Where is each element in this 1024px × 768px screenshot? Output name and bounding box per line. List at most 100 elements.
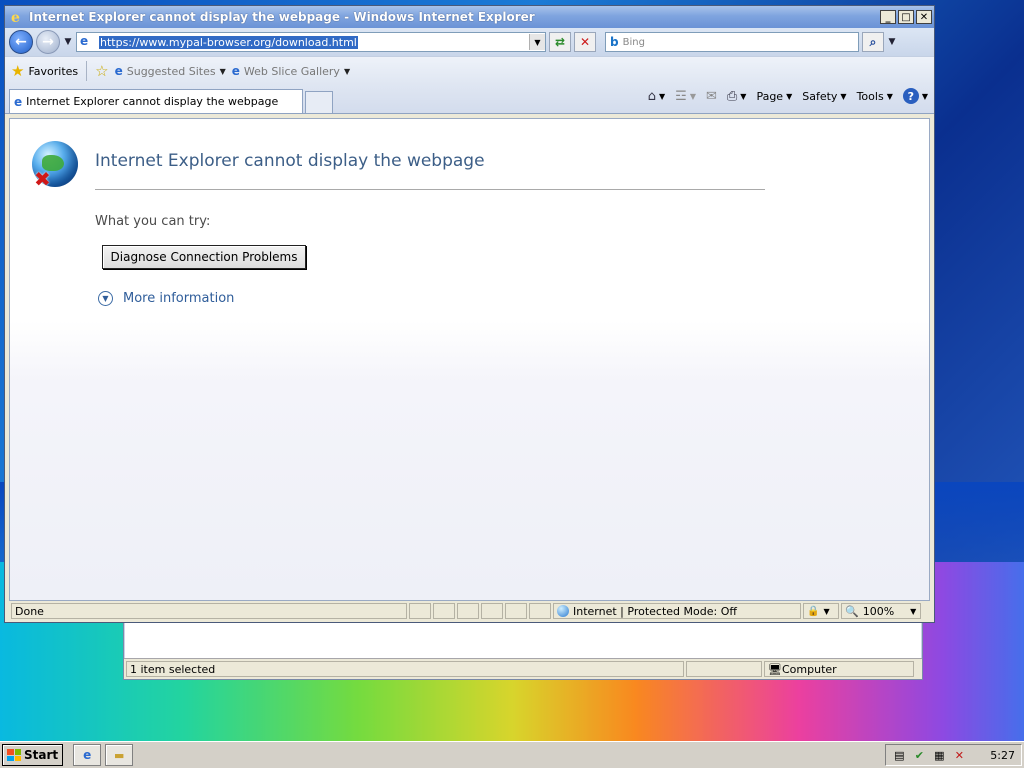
status-text-segment: Done xyxy=(11,603,407,619)
stop-button[interactable]: ✕ xyxy=(574,32,596,52)
close-button[interactable]: ✕ xyxy=(916,10,932,24)
chevron-down-icon: ▼ xyxy=(786,91,793,101)
help-menu[interactable]: ? ▼ xyxy=(902,88,928,104)
help-icon: ? xyxy=(902,88,919,104)
mail-button[interactable]: ✉ xyxy=(706,89,717,104)
network-tray-icon[interactable]: ▦ xyxy=(932,748,946,762)
ie-icon: e xyxy=(83,748,92,762)
explorer-selection-status: 1 item selected xyxy=(126,661,684,677)
refresh-button[interactable]: ⇄ xyxy=(549,32,571,52)
status-empty-segment xyxy=(481,603,503,619)
printer-icon: ⎙ xyxy=(726,88,738,104)
more-information-link[interactable]: ▼ More information xyxy=(98,291,234,306)
favorites-star-icon: ★ xyxy=(11,61,25,80)
address-bar: ← → ▼ e https://www.mypal-browser.org/do… xyxy=(5,28,934,56)
tab-bar: e Internet Explorer cannot display the w… xyxy=(5,85,934,114)
zoom-level: 100% xyxy=(862,604,895,618)
security-zone-segment[interactable]: Internet | Protected Mode: Off xyxy=(553,603,801,619)
home-button[interactable]: ⌂ ▼ xyxy=(648,89,665,104)
diagnose-connection-button[interactable]: Diagnose Connection Problems xyxy=(102,245,306,269)
url-text[interactable]: https://www.mypal-browser.org/download.h… xyxy=(99,35,358,49)
more-information-label: More information xyxy=(123,291,235,306)
search-input[interactable]: b Bing xyxy=(605,32,859,52)
web-slice-gallery-link[interactable]: e Web Slice Gallery ▼ xyxy=(232,64,350,78)
safety-menu[interactable]: Safety ▼ xyxy=(802,90,846,103)
zoom-button[interactable]: 🔍 100% ▼ xyxy=(841,603,921,619)
chevron-down-icon: ▼ xyxy=(689,91,696,101)
page-menu-label: Page xyxy=(756,89,784,103)
status-empty-segment xyxy=(529,603,551,619)
favorites-button[interactable]: ★ Favorites xyxy=(11,61,79,80)
favorites-label: Favorites xyxy=(28,64,79,78)
internet-zone-icon xyxy=(557,605,569,617)
taskbar-explorer-button[interactable]: ▬ xyxy=(105,744,134,766)
start-label: Start xyxy=(24,748,59,762)
location-text: Computer xyxy=(782,662,837,676)
chevron-down-icon: ▼ xyxy=(659,91,666,101)
lock-icon: 🔒 xyxy=(807,605,820,617)
mail-icon: ✉ xyxy=(705,88,717,104)
url-dropdown-icon[interactable]: ▼ xyxy=(529,34,545,50)
suggested-sites-link[interactable]: e Suggested Sites ▼ xyxy=(115,64,226,78)
chevron-down-icon: ▼ xyxy=(219,66,226,76)
page-content: ✖ Internet Explorer cannot display the w… xyxy=(9,118,930,601)
computer-icon: 🖥 xyxy=(768,662,782,676)
start-button[interactable]: Start xyxy=(2,744,64,766)
search-options-dropdown-icon[interactable]: ▼ xyxy=(887,37,897,47)
minimize-button[interactable]: _ xyxy=(880,10,896,24)
explorer-status-bar: 1 item selected 🖥 Computer xyxy=(124,658,922,679)
zoom-icon: 🔍 xyxy=(845,604,859,618)
chevron-down-icon: ▼ xyxy=(921,91,928,101)
add-favorites-icon[interactable]: ☆ xyxy=(95,63,108,79)
feeds-button[interactable]: ☲ ▼ xyxy=(675,89,696,104)
volume-muted-icon[interactable]: ✕ xyxy=(952,748,966,762)
ie-page-icon: e xyxy=(114,64,123,78)
status-empty-segment xyxy=(505,603,527,619)
status-empty-segment xyxy=(457,603,479,619)
title-bar[interactable]: e Internet Explorer cannot display the w… xyxy=(5,6,934,28)
chevron-down-icon: ▼ xyxy=(886,91,893,101)
search-placeholder: Bing xyxy=(622,36,645,48)
tab-current[interactable]: e Internet Explorer cannot display the w… xyxy=(9,89,303,113)
folder-icon: ▬ xyxy=(113,748,125,762)
toolbar-separator xyxy=(86,61,88,81)
search-button[interactable]: ⌕ xyxy=(862,32,884,52)
command-bar: ⌂ ▼ ☲ ▼ ✉ ⎙ ▼ Page ▼ Safety ▼ Tools ▼ ? … xyxy=(648,88,928,104)
status-text: Done xyxy=(15,604,44,618)
tools-menu[interactable]: Tools ▼ xyxy=(857,90,893,103)
status-empty-segment xyxy=(433,603,455,619)
tab-page-icon: e xyxy=(14,94,23,109)
back-button[interactable]: ← xyxy=(9,30,33,54)
taskbar-ie-button[interactable]: e xyxy=(73,744,102,766)
popup-blocker-button[interactable]: 🔒 ▼ xyxy=(803,603,839,619)
web-slice-gallery-label: Web Slice Gallery xyxy=(243,64,340,78)
new-tab-button[interactable] xyxy=(305,91,333,113)
page-icon: e xyxy=(80,34,89,48)
clock[interactable]: 5:27 xyxy=(990,749,1015,762)
maximize-button[interactable]: □ xyxy=(898,10,914,24)
home-icon: ⌂ xyxy=(647,88,656,104)
chevron-down-icon: ▼ xyxy=(910,606,917,616)
chevron-down-icon: ▼ xyxy=(343,66,351,76)
status-empty-segment xyxy=(409,603,431,619)
history-dropdown-icon[interactable]: ▼ xyxy=(63,37,73,47)
expand-chevron-icon: ▼ xyxy=(98,291,113,306)
url-field[interactable]: e https://www.mypal-browser.org/download… xyxy=(76,32,546,52)
page-menu[interactable]: Page ▼ xyxy=(756,90,792,103)
bing-icon: b xyxy=(610,35,619,49)
ie-window: e Internet Explorer cannot display the w… xyxy=(4,5,935,623)
try-label: What you can try: xyxy=(95,214,211,229)
system-tray: ▤ ✔ ▦ ✕ 5:27 xyxy=(885,744,1022,766)
security-tray-icon[interactable]: ✔ xyxy=(912,748,926,762)
svg-text:e: e xyxy=(11,10,20,25)
tab-title: Internet Explorer cannot display the web… xyxy=(26,95,279,108)
forward-button[interactable]: → xyxy=(36,30,60,54)
windows-flag-icon xyxy=(7,749,21,761)
favorites-bar: ★ Favorites ☆ e Suggested Sites ▼ e Web … xyxy=(5,56,934,85)
safety-menu-label: Safety xyxy=(802,89,838,103)
print-button[interactable]: ⎙ ▼ xyxy=(727,89,747,104)
page-title: Internet Explorer cannot display the web… xyxy=(95,151,485,171)
selection-text: 1 item selected xyxy=(130,662,216,676)
document-tray-icon[interactable]: ▤ xyxy=(892,748,906,762)
taskbar: Start e ▬ ▤ ✔ ▦ ✕ 5:27 xyxy=(0,741,1024,768)
